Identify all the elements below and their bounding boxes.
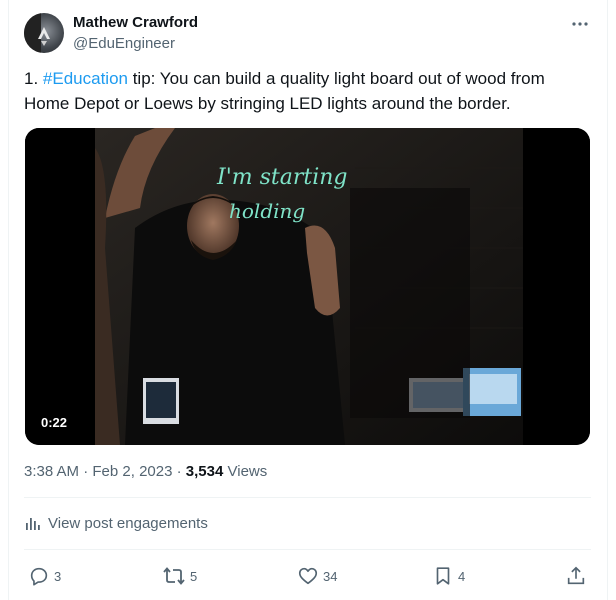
like-button[interactable]: 34 bbox=[297, 562, 337, 590]
view-engagements-link[interactable]: View post engagements bbox=[24, 514, 208, 532]
board-writing-line1: I'm starting bbox=[216, 165, 348, 190]
post-text: 1. #Education tip: You can build a quali… bbox=[24, 66, 584, 116]
board-writing-line2: holding bbox=[229, 199, 305, 223]
share-icon bbox=[567, 566, 585, 585]
reply-count: 3 bbox=[54, 568, 62, 584]
post-meta: 3:38 AM · Feb 2, 2023 · 3,534 Views bbox=[24, 463, 267, 480]
reply-icon bbox=[30, 567, 48, 586]
post-date[interactable]: Feb 2, 2023 bbox=[92, 463, 172, 480]
post-time[interactable]: 3:38 AM bbox=[24, 463, 79, 480]
author-handle[interactable]: @EduEngineer bbox=[73, 35, 175, 52]
repost-count: 5 bbox=[190, 568, 198, 584]
views-label: Views bbox=[223, 463, 268, 480]
video-frame: I'm starting holding bbox=[25, 128, 590, 445]
avatar[interactable] bbox=[24, 13, 64, 53]
repost-icon bbox=[163, 567, 185, 585]
author-name[interactable]: Mathew Crawford bbox=[73, 14, 198, 31]
more-options-icon[interactable] bbox=[568, 14, 592, 34]
like-count: 34 bbox=[323, 568, 338, 584]
video-duration-badge: 0:22 bbox=[35, 413, 74, 432]
bookmark-button[interactable]: 4 bbox=[432, 562, 465, 590]
bookmark-icon bbox=[436, 567, 450, 585]
card-border-left bbox=[8, 0, 9, 600]
video-player[interactable]: I'm starting holding 0:22 bbox=[25, 128, 590, 445]
heart-icon bbox=[298, 567, 318, 585]
divider bbox=[24, 497, 591, 498]
card-border-right bbox=[607, 0, 608, 600]
reply-button[interactable]: 3 bbox=[28, 562, 61, 590]
post-text-prefix: 1. bbox=[24, 69, 43, 88]
meta-separator: · bbox=[79, 463, 93, 480]
action-bar: 3 5 34 4 bbox=[24, 562, 592, 590]
hashtag-link[interactable]: #Education bbox=[43, 69, 128, 88]
divider bbox=[24, 549, 591, 550]
view-engagements-label: View post engagements bbox=[48, 514, 208, 532]
meta-separator: · bbox=[172, 463, 186, 480]
share-button[interactable] bbox=[565, 562, 587, 590]
post-card: Mathew Crawford @EduEngineer 1. #Educati… bbox=[0, 0, 616, 600]
analytics-icon bbox=[26, 518, 40, 530]
views-count: 3,534 bbox=[185, 463, 224, 480]
repost-button[interactable]: 5 bbox=[162, 562, 197, 590]
bookmark-count: 4 bbox=[458, 568, 466, 584]
